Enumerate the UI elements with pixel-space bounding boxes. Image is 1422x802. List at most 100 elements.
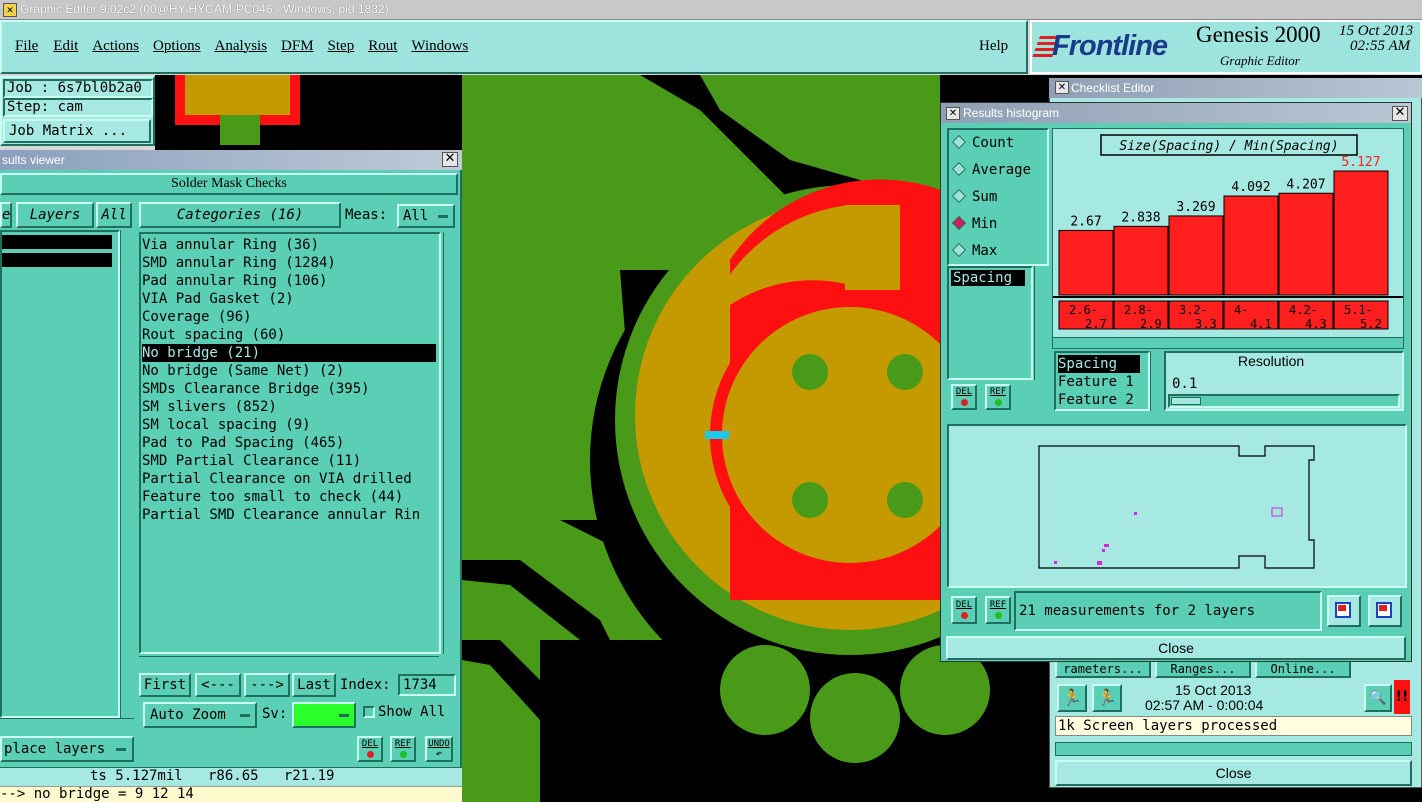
rv-del-button[interactable]: DEL	[357, 736, 383, 762]
histogram-close-button[interactable]: Close	[946, 636, 1406, 660]
import-chart-button[interactable]	[1368, 595, 1402, 627]
zoom-icon-button[interactable]: 🔍	[1364, 684, 1392, 712]
category-item[interactable]: SMDs Clearance Bridge (395)	[142, 380, 436, 398]
hist-del-button[interactable]: DEL	[951, 384, 977, 410]
bar-value-label: 4.207	[1286, 177, 1325, 192]
histogram-title: Results histogram	[963, 106, 1060, 120]
category-item[interactable]: Pad annular Ring (106)	[142, 272, 436, 290]
layers-all-tab[interactable]: All	[96, 202, 132, 228]
checklist-parameters-button[interactable]: rameters...	[1055, 660, 1151, 678]
categories-hscroll[interactable]	[139, 656, 439, 670]
categories-list[interactable]: Via annular Ring (36) SMD annular Ring (1…	[139, 232, 441, 654]
feature-item[interactable]: Spacing	[1058, 355, 1140, 373]
prev-button[interactable]: <---	[195, 673, 241, 697]
categories-tab[interactable]: Categories (16)	[139, 202, 341, 228]
menu-dfm[interactable]: DFM	[281, 38, 314, 55]
layers-list-item[interactable]	[2, 253, 112, 267]
menu-actions[interactable]: Actions	[92, 38, 139, 55]
menu-rout[interactable]: Rout	[368, 38, 397, 55]
category-item[interactable]: Pad to Pad Spacing (465)	[142, 434, 436, 452]
logo-text: Frontline	[1052, 30, 1168, 62]
preview-ref-button[interactable]: REF	[985, 596, 1011, 624]
magnifier-icon: 🔍	[1369, 690, 1387, 706]
menu-step[interactable]: Step	[328, 38, 355, 55]
checklist-hscroll[interactable]	[1055, 742, 1412, 756]
categories-vscroll[interactable]	[443, 232, 457, 654]
checklist-ranges-button[interactable]: Ranges...	[1155, 660, 1251, 678]
category-item[interactable]: Coverage (96)	[142, 308, 436, 326]
histogram-window-icon: ✕	[946, 107, 960, 120]
checklist-message: 1k Screen layers processed	[1058, 718, 1278, 734]
category-item[interactable]: Feature too small to check (44)	[142, 488, 436, 506]
histogram-close-icon[interactable]: ✕	[1392, 106, 1408, 121]
auto-zoom-dropdown[interactable]: Auto Zoom	[143, 702, 257, 728]
category-item[interactable]: Partial Clearance on VIA drilled	[142, 470, 436, 488]
preview-del-button[interactable]: DEL	[951, 596, 977, 624]
category-item[interactable]: Partial SMD Clearance annular Rin	[142, 506, 436, 524]
mode-count-radio[interactable]: Count	[950, 132, 1048, 159]
menu-windows[interactable]: Windows	[411, 38, 468, 55]
category-item[interactable]: SMD annular Ring (1284)	[142, 254, 436, 272]
layers-hscroll[interactable]	[0, 718, 134, 732]
category-item[interactable]: No bridge (21)	[142, 344, 436, 362]
layers-list-item[interactable]	[2, 235, 112, 249]
category-item[interactable]: SM local spacing (9)	[142, 416, 436, 434]
run-icon-button[interactable]: 🏃	[1057, 684, 1087, 712]
menu-analysis[interactable]: Analysis	[215, 38, 268, 55]
results-viewer-close-icon[interactable]: ✕	[442, 152, 458, 167]
histogram-bar	[1333, 170, 1389, 296]
layers-list[interactable]	[0, 230, 120, 718]
index-input[interactable]: 1734	[398, 674, 456, 696]
first-button[interactable]: First	[139, 673, 191, 697]
mode-min-radio[interactable]: Min	[950, 213, 1048, 240]
resolution-slider[interactable]	[1168, 394, 1400, 408]
category-item[interactable]: SMD Partial Clearance (11)	[142, 452, 436, 470]
measure-type-vscroll[interactable]	[1034, 266, 1048, 380]
menu-file[interactable]: File	[15, 38, 38, 55]
category-item[interactable]: SM slivers (852)	[142, 398, 436, 416]
measure-type-list[interactable]: Spacing	[947, 266, 1033, 380]
bin-range-label-bottom: 4.1	[1250, 317, 1272, 331]
feature-item[interactable]: Feature 1	[1058, 373, 1148, 391]
radio-diamond-icon	[951, 134, 967, 150]
help-menu[interactable]: Help	[979, 38, 1008, 55]
feature-item[interactable]: Feature 2	[1058, 391, 1148, 409]
category-item[interactable]: Rout spacing (60)	[142, 326, 436, 344]
feature-vscroll[interactable]	[1150, 351, 1164, 411]
histogram-chart-area: Size(Spacing) / Min(Spacing) 2.67 2.6- 2.7 2…	[1052, 128, 1404, 338]
mode-label: Min	[972, 216, 998, 232]
menu-options[interactable]: Options	[153, 38, 201, 55]
layers-vscroll[interactable]	[120, 230, 134, 718]
board-preview[interactable]	[947, 424, 1407, 588]
sv-color-dropdown[interactable]	[292, 702, 356, 728]
export-chart-button[interactable]	[1327, 595, 1361, 627]
mode-max-radio[interactable]: Max	[950, 240, 1048, 267]
green-dot-icon	[399, 751, 407, 758]
layers-tab[interactable]: Layers	[16, 202, 94, 228]
category-item[interactable]: Via annular Ring (36)	[142, 236, 436, 254]
chart-export-icon	[1335, 602, 1351, 618]
stop-run-icon-button[interactable]: 🏃	[1092, 684, 1122, 712]
feature-list[interactable]: Spacing Feature 1 Feature 2	[1054, 351, 1150, 411]
histogram-hscroll[interactable]	[1052, 337, 1404, 349]
menu-edit[interactable]: Edit	[53, 38, 78, 55]
mode-sum-radio[interactable]: Sum	[950, 186, 1048, 213]
rv-undo-button[interactable]: UNDO ↶	[425, 736, 453, 762]
rv-ref-button[interactable]: REF	[390, 736, 416, 762]
meas-dropdown[interactable]: All	[397, 204, 455, 228]
last-button[interactable]: Last	[292, 673, 336, 697]
show-all-checkbox[interactable]	[363, 706, 375, 718]
checklist-online-button[interactable]: Online...	[1255, 660, 1351, 678]
mode-average-radio[interactable]: Average	[950, 159, 1048, 186]
place-layers-dropdown[interactable]: place layers	[0, 736, 134, 762]
next-button[interactable]: --->	[244, 673, 290, 697]
preview-ref-label: REF	[989, 600, 1007, 610]
hist-ref-button[interactable]: REF	[985, 384, 1011, 410]
checklist-close-button[interactable]: Close	[1055, 760, 1412, 786]
category-item[interactable]: VIA Pad Gasket (2)	[142, 290, 436, 308]
resolution-slider-thumb[interactable]	[1171, 397, 1201, 405]
results-group-header: Solder Mask Checks	[0, 173, 458, 195]
measure-type-item[interactable]: Spacing	[951, 270, 1025, 286]
job-matrix-button[interactable]: Job Matrix ...	[3, 119, 151, 143]
category-item[interactable]: No bridge (Same Net) (2)	[142, 362, 436, 380]
